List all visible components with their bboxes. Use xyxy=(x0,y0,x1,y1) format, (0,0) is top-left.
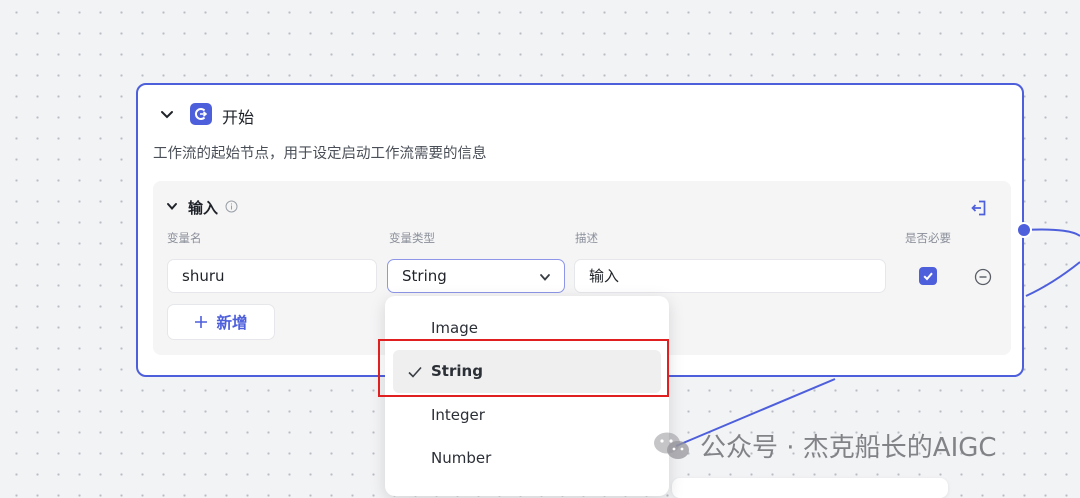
section-chevron-down-icon[interactable] xyxy=(165,199,179,213)
column-header-name: 变量名 xyxy=(167,231,202,245)
column-header-description: 描述 xyxy=(575,231,598,245)
watermark: 公众号 · 杰克船长的AIGC xyxy=(652,427,997,464)
chevron-down-icon xyxy=(540,274,550,281)
section-title: 输入 xyxy=(188,199,219,217)
column-header-type: 变量类型 xyxy=(389,231,435,245)
variable-type-select[interactable]: String xyxy=(387,259,565,293)
column-header-required: 是否必要 xyxy=(905,231,951,245)
export-variable-icon[interactable] xyxy=(969,199,987,217)
info-icon[interactable] xyxy=(225,200,238,213)
node-title: 开始 xyxy=(222,108,255,127)
variable-type-value: String xyxy=(402,267,447,285)
variable-description-input[interactable]: 输入 xyxy=(574,259,886,293)
add-variable-button[interactable]: 新增 xyxy=(167,304,275,340)
add-variable-label: 新增 xyxy=(216,314,248,332)
option-number[interactable]: Number xyxy=(393,437,661,480)
next-node-card[interactable] xyxy=(672,478,948,498)
highlight-annotation-box xyxy=(378,339,669,397)
check-icon xyxy=(923,272,933,281)
variable-name-input[interactable]: shuru xyxy=(167,259,377,293)
node-description: 工作流的起始节点，用于设定启动工作流需要的信息 xyxy=(153,146,487,162)
start-node-icon xyxy=(190,103,212,125)
wechat-icon xyxy=(654,432,689,459)
plus-icon xyxy=(195,316,208,328)
option-integer[interactable]: Integer xyxy=(393,394,661,437)
watermark-text: 公众号 · 杰克船长的AIGC xyxy=(700,433,997,463)
output-port[interactable] xyxy=(1016,222,1032,238)
remove-circle-icon[interactable] xyxy=(974,268,992,286)
chevron-down-icon[interactable] xyxy=(158,105,176,123)
required-checkbox[interactable] xyxy=(919,267,937,285)
